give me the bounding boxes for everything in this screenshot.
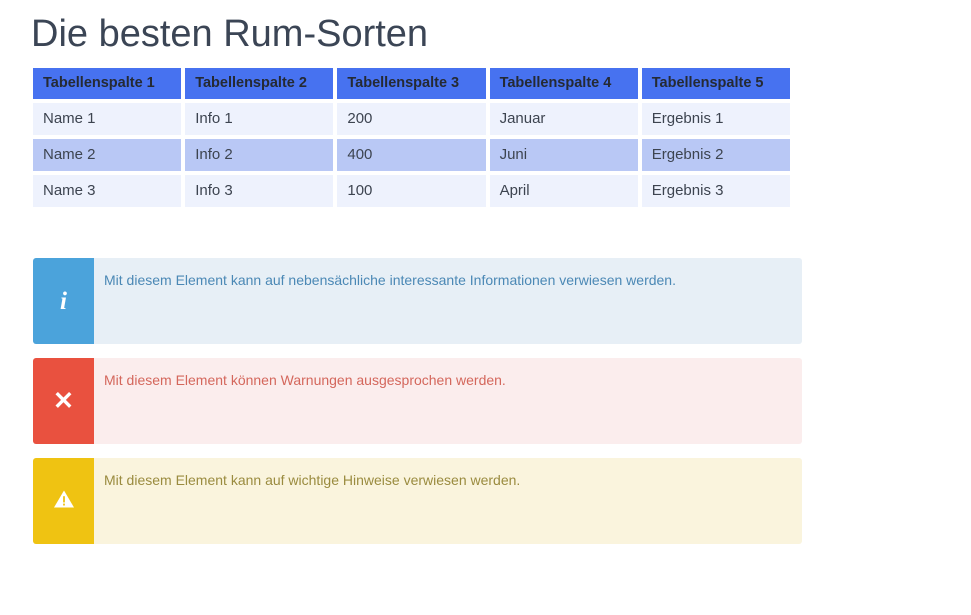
warning-alert-text: Mit diesem Element können Warnungen ausg… [94, 358, 802, 444]
table-cell: Info 3 [185, 175, 334, 207]
table-column-header-4: Tabellenspalte 4 [489, 68, 638, 99]
note-alert-box: Mit diesem Element kann auf wichtige Hin… [33, 458, 802, 544]
table-cell: Juni [489, 139, 638, 171]
page-title: Die besten Rum-Sorten [31, 13, 429, 55]
info-icon: i [33, 258, 94, 344]
warning-triangle-icon-glyph [53, 489, 75, 513]
table-row: Name 2 Info 2 400 Juni Ergebnis 2 [33, 139, 790, 171]
table-header: Tabellenspalte 1 Tabellenspalte 2 Tabell… [33, 68, 790, 99]
table-cell: Info 1 [185, 103, 334, 135]
table-body: Name 1 Info 1 200 Januar Ergebnis 1 Name… [33, 103, 790, 207]
warning-triangle-icon [33, 458, 94, 544]
table-header-row: Tabellenspalte 1 Tabellenspalte 2 Tabell… [33, 68, 790, 99]
table-column-header-5: Tabellenspalte 5 [641, 68, 790, 99]
table-row: Name 1 Info 1 200 Januar Ergebnis 1 [33, 103, 790, 135]
table-cell: Info 2 [185, 139, 334, 171]
info-icon-glyph: i [60, 287, 67, 315]
close-x-icon-glyph: ✕ [53, 386, 74, 415]
table-column-header-1: Tabellenspalte 1 [33, 68, 182, 99]
info-alert-text: Mit diesem Element kann auf nebensächlic… [94, 258, 802, 344]
table-row: Name 3 Info 3 100 April Ergebnis 3 [33, 175, 790, 207]
table-cell: Name 1 [33, 103, 182, 135]
close-x-icon: ✕ [33, 358, 94, 444]
table-cell: Name 3 [33, 175, 182, 207]
rum-table: Tabellenspalte 1 Tabellenspalte 2 Tabell… [29, 64, 794, 211]
table-column-header-3: Tabellenspalte 3 [337, 68, 486, 99]
table-cell: Name 2 [33, 139, 182, 171]
info-alert-box: i Mit diesem Element kann auf nebensächl… [33, 258, 802, 344]
table-cell: 100 [337, 175, 486, 207]
table-cell: 200 [337, 103, 486, 135]
table-cell: Ergebnis 3 [641, 175, 790, 207]
warning-alert-box: ✕ Mit diesem Element können Warnungen au… [33, 358, 802, 444]
table-cell: 400 [337, 139, 486, 171]
table-column-header-2: Tabellenspalte 2 [185, 68, 334, 99]
table-cell: April [489, 175, 638, 207]
table-cell: Ergebnis 1 [641, 103, 790, 135]
table-cell: Ergebnis 2 [641, 139, 790, 171]
note-alert-text: Mit diesem Element kann auf wichtige Hin… [94, 458, 802, 544]
table-cell: Januar [489, 103, 638, 135]
